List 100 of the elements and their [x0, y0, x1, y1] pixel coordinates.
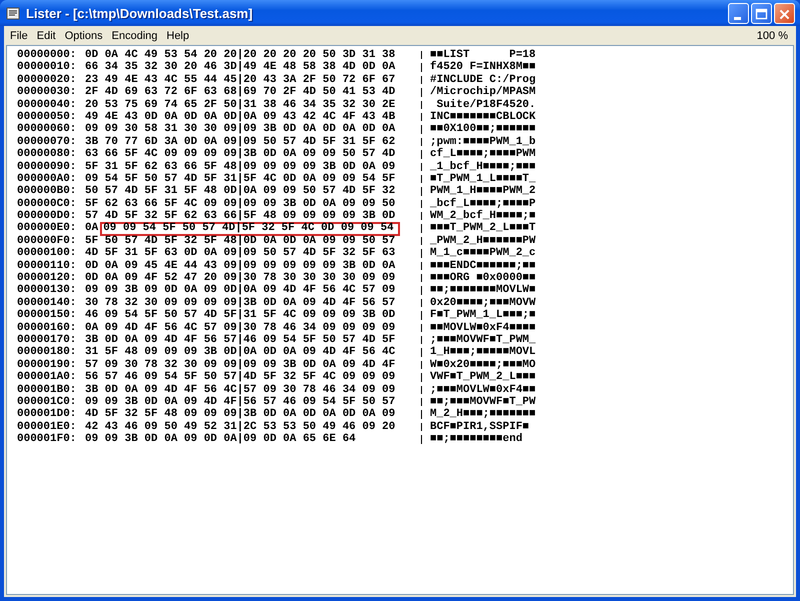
ascii-text: ■■■ENDC■■■■■■;■■ — [421, 262, 536, 270]
menu-item[interactable]: Options — [60, 30, 108, 42]
address-text: 000001E0: — [17, 420, 78, 434]
ascii-text: ■■■T_PWM_2_L■■■T — [421, 224, 536, 233]
address-text: 000000D0: — [17, 210, 78, 222]
address-text: 00000010: — [17, 61, 78, 74]
ascii-text: _PWM_2_H■■■■■■PW — [421, 236, 536, 246]
hex-bytes: 5F 62 63 66 5F 4C 09 09|09 09 3B 0D 0A 09 09 50 — [85, 198, 396, 210]
address-text: 00000050: — [17, 110, 78, 124]
hex-bytes: 30 78 32 30 09 09 09 09|3B 0D 0A 09 4D 4F 56 57 — [85, 296, 396, 309]
maximize-button[interactable] — [751, 2, 772, 24]
address-text: 00000090: — [17, 160, 78, 173]
address-text: 000000B0: — [17, 185, 78, 198]
close-button[interactable] — [774, 2, 795, 24]
menu-item[interactable]: Help — [162, 30, 194, 42]
hex-bytes: 09 09 30 58 31 30 30 09|09 3B 0D 0A 0D 0A 0D 0A — [85, 123, 396, 136]
ascii-text: ■■■ORG ■0x0000■■ — [421, 274, 536, 282]
ascii-text: BCF■PIR1,SSPIF■ — [421, 422, 536, 432]
ascii-text: ■■;■■■MOVWF■T_PW — [421, 398, 536, 406]
ascii-text: _1_bcf_H■■■■;■■■ — [421, 162, 536, 171]
address-text: 00000150: — [17, 309, 78, 322]
address-text: 00000100: — [17, 247, 78, 260]
hex-bytes: 09 09 3B 09 0D 0A 09 0D|0A 09 4D 4F 56 4C 57 09 — [85, 284, 396, 297]
ascii-text: ;pwm:■■■■PWM_1_b — [421, 138, 536, 146]
ascii-text: WM_2_bcf_H■■■■;■ — [421, 212, 536, 220]
hex-bytes: 0D 0A 4C 49 53 54 20 20|20 20 20 20 50 3D 31 38 — [85, 49, 396, 61]
address-text: 000001C0: — [17, 396, 78, 408]
hex-bytes: 2F 4D 69 63 72 6F 63 68|69 70 2F 4D 50 41 53 4D — [85, 86, 396, 99]
ascii-text: PWM_1_H■■■■PWM_2 — [421, 187, 536, 196]
hex-bytes: 63 66 5F 4C 09 09 09 09|3B 0D 0A 09 09 50 57 4D — [85, 148, 396, 161]
hex-bytes: 0A — [85, 222, 98, 235]
ascii-text: M_2_H■■■;■■■■■■■ — [421, 410, 536, 419]
address-text: 000001D0: — [17, 408, 78, 421]
ascii-text: ;■■■MOVWF■T_PWM_ — [421, 336, 536, 344]
address-text: 00000000: — [17, 49, 78, 62]
address-text: 00000170: — [17, 334, 78, 346]
address-text: 00000190: — [17, 358, 78, 372]
hex-bytes: 3B 0D 0A 09 4D 4F 56 57|46 09 54 5F 50 57 4D 5F — [85, 334, 396, 346]
address-text: 00000040: — [17, 98, 78, 111]
ascii-text: 0x20■■■■;■■■MOVW — [421, 298, 536, 308]
ascii-text: VWF■T_PWM_2_L■■■ — [421, 373, 536, 382]
ascii-text: M_1_c■■■■PWM_2_c — [421, 249, 536, 258]
ascii-text: F■T_PWM_1_L■■■;■ — [421, 311, 536, 320]
hex-bytes: 66 34 35 32 30 20 46 3D|49 4E 48 58 38 4D 0D 0A — [85, 61, 396, 74]
hex-bytes: 20 53 75 69 74 65 2F 50|31 38 46 34 35 32 30 2E — [85, 98, 396, 111]
address-text: 00000110: — [17, 260, 78, 272]
address-text: 00000180: — [17, 346, 78, 359]
ascii-text: 1_H■■■;■■■■■MOVL — [421, 348, 536, 357]
hex-bytes: 3B 70 77 6D 3A 0D 0A 09|09 50 57 4D 5F 31 5F 62 — [85, 136, 396, 148]
hex-bytes: 56 57 46 09 54 5F 50 57|4D 5F 32 5F 4C 09 09 09 — [85, 371, 396, 384]
ascii-text: cf_L■■■■;■■■■PWM — [421, 150, 536, 159]
hex-bytes: 42 43 46 09 50 49 52 31|2C 53 53 50 49 46 09 20 — [85, 420, 396, 433]
minimize-icon — [734, 16, 741, 20]
address-text: 00000080: — [17, 148, 78, 161]
zoom-level: 100 % — [756, 30, 789, 42]
hex-bytes: 3B 0D 0A 09 4D 4F 56 4C|57 09 30 78 46 34 09 09 — [85, 384, 396, 396]
ascii-text: INC■■■■■■■CBLOCK — [421, 112, 536, 122]
hex-bytes: 57 09 30 78 32 30 09 09|09 09 3B 0D 0A 09 4D 4F — [85, 358, 396, 371]
menu-item[interactable]: File — [6, 30, 33, 42]
ascii-text: f4520 F=INHX8M■■ — [421, 63, 536, 72]
hex-bytes: 09 09 3B 0D 0A 09 0D 0A|09 0D 0A 65 6E 64 — [85, 433, 356, 446]
hex-bytes: 09 54 5F 50 57 4D 5F 31|5F 4C 0D 0A 09 09 54 5F — [85, 172, 396, 185]
ascii-text: #INCLUDE C:/Prog — [421, 76, 536, 84]
address-text: 00000060: — [17, 123, 78, 136]
hex-bytes: 23 49 4E 43 4C 55 44 45|20 43 3A 2F 50 72 6F 67 — [85, 74, 396, 86]
address-text: 000000A0: — [17, 172, 78, 186]
address-text: 00000120: — [17, 272, 78, 284]
ascii-text: Suite/P18F4520. — [421, 100, 536, 109]
address-text: 000000F0: — [17, 234, 78, 248]
ascii-text: ■■MOVLW■0xF4■■■■ — [421, 324, 536, 332]
ascii-text: ■T_PWM_1_L■■■■T_ — [421, 174, 536, 184]
address-text: 00000030: — [17, 86, 78, 99]
hex-bytes: 4D 5F 32 5F 48 09 09 09|3B 0D 0A 0D 0A 0D 0A 09 — [85, 408, 396, 421]
address-text: 00000140: — [17, 296, 78, 310]
ascii-text: _bcf_L■■■■;■■■■P — [421, 200, 536, 208]
ascii-text: /Microchip/MPASM — [421, 88, 536, 97]
hex-bytes: 5F 50 57 4D 5F 32 5F 48|0D 0A 0D 0A 09 09 50 57 — [85, 234, 396, 247]
address-text: 000001B0: — [17, 384, 78, 396]
hex-bytes: 0D 0A 09 4F 52 47 20 09|30 78 30 30 30 30 09 09 — [85, 272, 396, 284]
hex-bytes: 31 5F 48 09 09 09 3B 0D|0A 0D 0A 09 4D 4F 56 4C — [85, 346, 396, 359]
hex-bytes: 50 57 4D 5F 31 5F 48 0D|0A 09 09 50 57 4D 5F 32 — [85, 185, 396, 198]
address-text: 000000E0: — [17, 222, 78, 235]
menu-item[interactable]: Edit — [32, 30, 61, 42]
document-icon — [5, 5, 21, 21]
ascii-text: ■■;■■■■■■■MOVLW■ — [421, 286, 536, 295]
hex-bytes: 0D 0A 09 45 4E 44 43 09|09 09 09 09 09 3B 0D 0A — [85, 260, 396, 272]
highlighted-bytes: 09 09 54 5F 50 57 4D|5F 32 5F 4C 0D 09 09 54 — [100, 222, 400, 236]
hex-bytes: 0A 09 4D 4F 56 4C 57 09|30 78 46 34 09 09 09 09 — [85, 322, 396, 334]
address-text: 00000070: — [17, 136, 78, 148]
address-text: 00000130: — [17, 284, 78, 297]
hex-bytes: 57 4D 5F 32 5F 62 63 66|5F 48 09 09 09 09 3B 0D — [85, 210, 396, 222]
menu-item[interactable]: Encoding — [108, 30, 162, 42]
hex-bytes: 46 09 54 5F 50 57 4D 5F|31 5F 4C 09 09 09 3B 0D — [85, 309, 396, 322]
ascii-text: ■■LIST P=18 — [421, 51, 536, 60]
minimize-button[interactable] — [728, 2, 749, 24]
ascii-text: W■0x20■■■■;■■■MO — [421, 360, 536, 370]
ascii-text: ■■;■■■■■■■■end — [421, 435, 522, 444]
ascii-text: ;■■■MOVLW■0xF4■■ — [421, 386, 536, 394]
address-text: 00000160: — [17, 322, 78, 334]
address-text: 000001A0: — [17, 371, 78, 384]
